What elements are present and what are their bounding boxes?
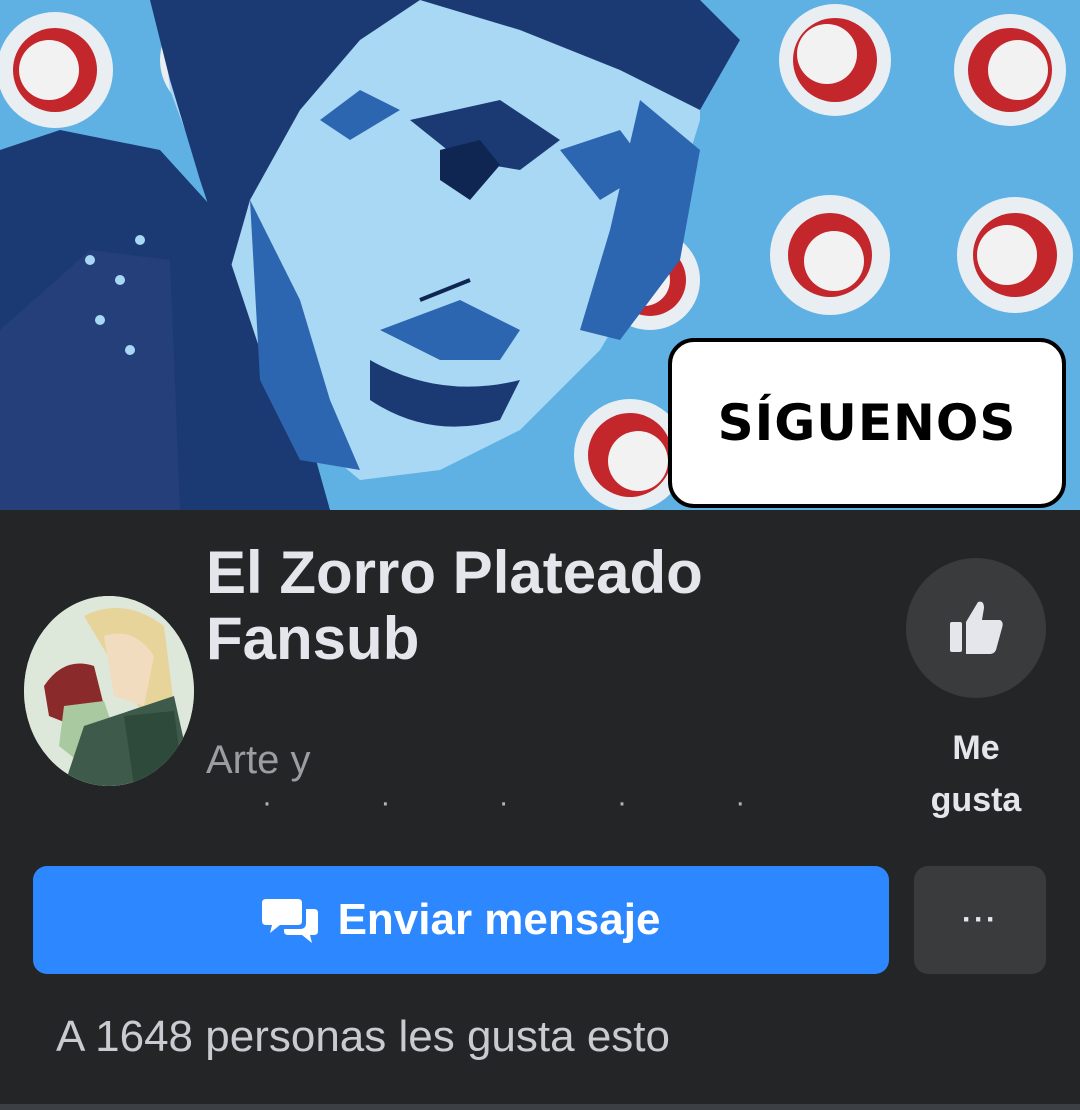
category-truncation-dots: · · · · ·	[262, 786, 796, 819]
like-label[interactable]: Me gusta	[906, 722, 1046, 826]
avatar-illustration	[24, 596, 194, 786]
send-message-label: Enviar mensaje	[337, 895, 661, 944]
page-category: Arte y	[206, 738, 311, 782]
cover-photo[interactable]: SÍGUENOS	[0, 0, 1080, 510]
follow-us-text: SÍGUENOS	[717, 394, 1017, 452]
messenger-chat-icon	[261, 899, 318, 943]
follow-us-badge: SÍGUENOS	[668, 338, 1066, 508]
more-options-button[interactable]: ···	[914, 866, 1046, 974]
page-title: El Zorro Plateado Fansub	[206, 539, 703, 672]
thumbs-up-icon	[950, 601, 1003, 654]
bottom-divider	[0, 1104, 1080, 1110]
send-message-button[interactable]: Enviar mensaje	[33, 866, 889, 974]
likes-count-text: A 1648 personas les gusta esto	[56, 1012, 670, 1061]
more-options-icon: ···	[962, 903, 998, 936]
profile-avatar[interactable]	[24, 596, 194, 786]
like-button[interactable]	[906, 558, 1046, 698]
